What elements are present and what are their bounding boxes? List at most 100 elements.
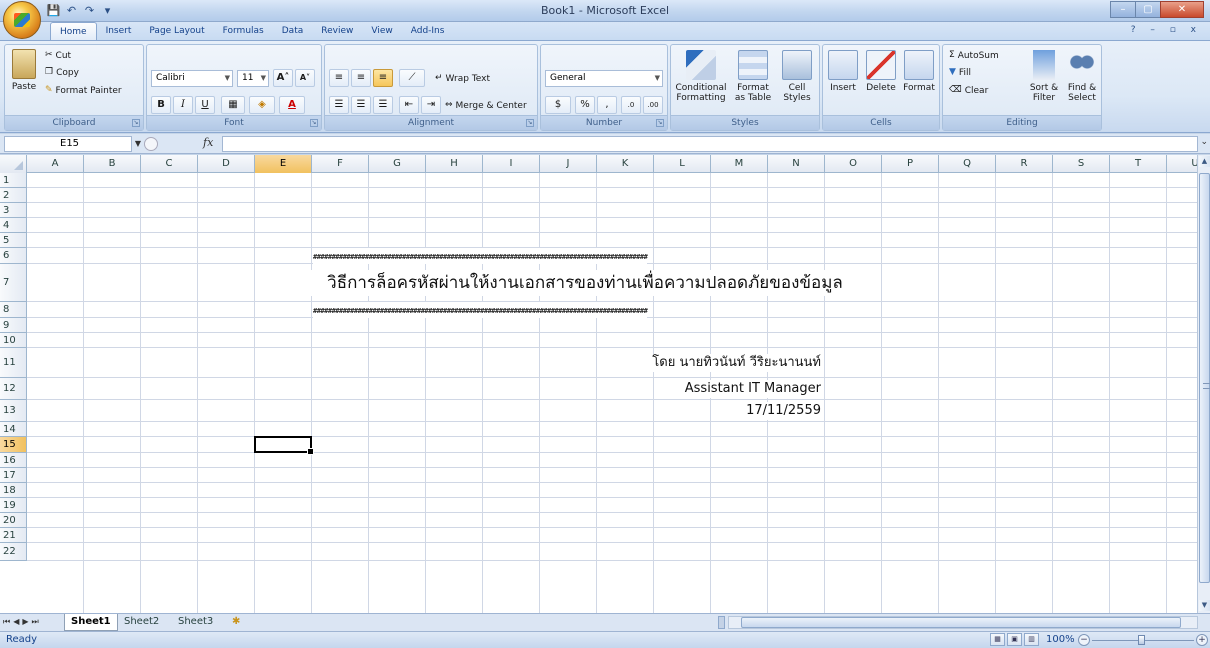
row-header-8[interactable]: 8	[0, 302, 27, 318]
align-left-icon[interactable]: ☰	[329, 96, 349, 114]
close-button[interactable]: ✕	[1160, 1, 1204, 18]
font-size-combo[interactable]: 11 ▼	[237, 70, 269, 87]
italic-button[interactable]: I	[173, 96, 193, 114]
borders-button[interactable]: ▦	[221, 96, 245, 114]
normal-view-icon[interactable]: ▦	[990, 633, 1005, 646]
find-select-button[interactable]: Find & Select	[1063, 50, 1101, 103]
zoom-knob[interactable]	[1138, 635, 1145, 645]
office-button[interactable]	[3, 1, 41, 39]
merge-center-button[interactable]: ⇔ Merge & Center	[445, 100, 527, 112]
number-launcher-icon[interactable]: ↘	[656, 119, 664, 127]
row-header-22[interactable]: 22	[0, 543, 27, 561]
row-header-19[interactable]: 19	[0, 498, 27, 513]
column-header-i[interactable]: I	[483, 155, 540, 173]
tab-home[interactable]: Home	[50, 22, 97, 40]
column-header-n[interactable]: N	[768, 155, 825, 173]
cell-F6[interactable]: ########################################…	[313, 248, 648, 264]
column-header-f[interactable]: F	[312, 155, 369, 173]
formula-input[interactable]	[222, 136, 1198, 152]
shrink-font-button[interactable]: A˅	[295, 69, 315, 87]
column-header-m[interactable]: M	[711, 155, 768, 173]
row-header-1[interactable]: 1	[0, 173, 27, 188]
underline-button[interactable]: U	[195, 96, 215, 114]
align-middle-icon[interactable]: ≡	[351, 69, 371, 87]
minimize-button[interactable]: –	[1110, 1, 1136, 18]
workbook-window-controls[interactable]: ? – ▫ x	[1131, 25, 1202, 35]
autosum-button[interactable]: Σ AutoSum	[949, 50, 999, 62]
cancel-entry-icon[interactable]	[144, 137, 158, 151]
select-all-button[interactable]	[0, 155, 27, 173]
expand-formula-bar-icon[interactable]: ⌄	[1200, 137, 1208, 147]
fill-color-button[interactable]: ◈	[249, 96, 275, 114]
scroll-down-icon[interactable]: ▼	[1199, 600, 1210, 611]
column-header-o[interactable]: O	[825, 155, 882, 173]
comma-button[interactable]: ,	[597, 96, 617, 114]
row-header-11[interactable]: 11	[0, 348, 27, 378]
column-header-k[interactable]: K	[597, 155, 654, 173]
column-header-g[interactable]: G	[369, 155, 426, 173]
scroll-up-icon[interactable]: ▲	[1199, 156, 1210, 167]
column-header-r[interactable]: R	[996, 155, 1053, 173]
copy-button[interactable]: ❐ Copy	[45, 67, 79, 79]
row-header-5[interactable]: 5	[0, 233, 27, 248]
row-header-10[interactable]: 10	[0, 333, 27, 348]
cell-N12[interactable]: Assistant IT Manager	[684, 380, 821, 398]
align-center-icon[interactable]: ☰	[351, 96, 371, 114]
column-header-u[interactable]: U	[1167, 155, 1197, 173]
horizontal-scroll-thumb[interactable]	[741, 617, 1181, 628]
vertical-scroll-thumb[interactable]	[1199, 173, 1210, 583]
format-as-table-button[interactable]: Format as Table	[731, 50, 775, 103]
paste-button[interactable]: Paste	[8, 49, 40, 92]
row-header-16[interactable]: 16	[0, 453, 27, 468]
font-color-button[interactable]: A	[279, 96, 305, 114]
increase-decimal-button[interactable]: .0	[621, 96, 641, 114]
insert-sheet-icon[interactable]: ✱	[226, 614, 246, 631]
cell-F8[interactable]: ########################################…	[313, 302, 648, 318]
sheet-navigation-icon[interactable]: ⏮◀▶⏭	[3, 617, 42, 627]
cell-styles-button[interactable]: Cell Styles	[777, 50, 817, 103]
increase-indent-icon[interactable]: ⇥	[421, 96, 441, 114]
align-right-icon[interactable]: ☰	[373, 96, 393, 114]
sheet-tab-sheet3[interactable]: Sheet3	[172, 614, 219, 631]
tab-review[interactable]: Review	[312, 22, 362, 40]
decrease-indent-icon[interactable]: ⇤	[399, 96, 419, 114]
vertical-scrollbar[interactable]: ▲ ▼	[1197, 155, 1210, 613]
delete-cells-button[interactable]: Delete	[863, 50, 899, 93]
column-header-l[interactable]: L	[654, 155, 711, 173]
column-header-e[interactable]: E	[255, 155, 312, 173]
orientation-icon[interactable]: ⟋	[399, 69, 425, 87]
row-header-14[interactable]: 14	[0, 422, 27, 437]
alignment-launcher-icon[interactable]: ↘	[526, 119, 534, 127]
cell-F7[interactable]: วิธีการล็อครหัสผ่านให้งานเอกสารของท่านเพ…	[305, 270, 865, 296]
column-header-s[interactable]: S	[1053, 155, 1110, 173]
clear-button[interactable]: ⌫ Clear	[949, 85, 988, 97]
cell-N13[interactable]: 17/11/2559	[746, 402, 821, 420]
column-header-p[interactable]: P	[882, 155, 939, 173]
column-header-q[interactable]: Q	[939, 155, 996, 173]
sort-filter-button[interactable]: Sort & Filter	[1025, 50, 1063, 103]
sheet-tab-sheet2[interactable]: Sheet2	[118, 614, 165, 631]
zoom-slider[interactable]: − +	[1078, 633, 1208, 647]
row-header-4[interactable]: 4	[0, 218, 27, 233]
tab-add-ins[interactable]: Add-Ins	[402, 22, 454, 40]
column-header-t[interactable]: T	[1110, 155, 1167, 173]
row-header-15[interactable]: 15	[0, 437, 27, 453]
cut-button[interactable]: ✂ Cut	[45, 50, 71, 62]
format-cells-button[interactable]: Format	[901, 50, 937, 93]
insert-cells-button[interactable]: Insert	[825, 50, 861, 93]
clipboard-launcher-icon[interactable]: ↘	[132, 119, 140, 127]
row-header-2[interactable]: 2	[0, 188, 27, 203]
zoom-in-icon[interactable]: +	[1196, 634, 1208, 646]
row-header-21[interactable]: 21	[0, 528, 27, 543]
grow-font-button[interactable]: A˄	[273, 69, 293, 87]
font-name-combo[interactable]: Calibri ▼	[151, 70, 233, 87]
column-header-h[interactable]: H	[426, 155, 483, 173]
fill-button[interactable]: ▼ Fill	[949, 67, 971, 79]
bold-button[interactable]: B	[151, 96, 171, 114]
format-painter-button[interactable]: ✎ Format Painter	[45, 85, 122, 97]
tab-data[interactable]: Data	[273, 22, 313, 40]
align-top-icon[interactable]: ≡	[329, 69, 349, 87]
horizontal-scrollbar[interactable]	[728, 616, 1198, 629]
decrease-decimal-button[interactable]: .00	[643, 96, 663, 114]
row-header-3[interactable]: 3	[0, 203, 27, 218]
